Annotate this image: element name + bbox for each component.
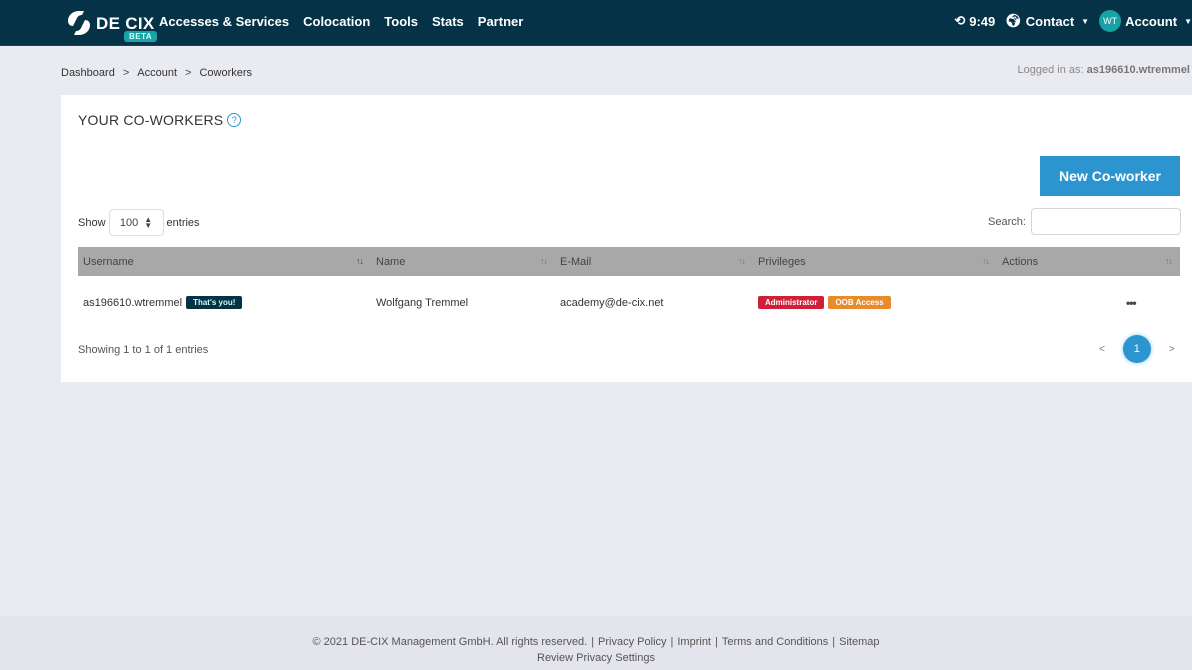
nav-tools[interactable]: Tools xyxy=(384,14,418,29)
session-time: 9:49 xyxy=(969,13,996,29)
breadcrumb-account[interactable]: Account xyxy=(137,67,177,79)
contact-label: Contact xyxy=(1025,13,1075,29)
copyright: © 2021 DE-CIX Management GmbH. All right… xyxy=(312,636,588,648)
de-cix-logo-icon xyxy=(68,11,90,35)
footer-separator: | xyxy=(832,636,836,648)
footer-privacy-policy[interactable]: Privacy Policy xyxy=(598,636,666,648)
entries-label: entries xyxy=(166,216,200,229)
cell-actions: ••• xyxy=(997,296,1180,310)
next-page-button[interactable]: > xyxy=(1169,344,1175,355)
column-username[interactable]: Username ↑↓ xyxy=(78,247,371,276)
caret-down-icon: ▼ xyxy=(1081,16,1090,26)
thats-you-badge: That's you! xyxy=(186,296,243,309)
table-info: Showing 1 to 1 of 1 entries xyxy=(78,344,209,356)
nav-right: ⟲ 9:49 🌍︎ Contact ▼ WT Account ▼ xyxy=(954,10,1192,32)
column-label: Name xyxy=(376,255,406,268)
coworkers-card: YOUR CO-WORKERS ? New Co-worker Show 100… xyxy=(61,95,1192,382)
logged-in-info: Logged in as: as196610.wtremmel xyxy=(1018,64,1190,76)
page-title: YOUR CO-WORKERS ? xyxy=(78,112,242,128)
column-label: Username xyxy=(83,255,134,268)
caret-down-icon: ▼ xyxy=(1184,16,1192,26)
page-size-value: 100 xyxy=(119,216,139,229)
sort-icon: ↑↓ xyxy=(540,256,548,266)
logged-in-user: as196610.wtremmel xyxy=(1086,64,1190,76)
cell-email: academy@de-cix.net xyxy=(560,296,664,309)
column-actions[interactable]: Actions ↑↓ xyxy=(997,247,1180,276)
nav-partner[interactable]: Partner xyxy=(478,14,524,29)
select-arrows-icon: ▲ ▼ xyxy=(144,214,153,230)
sort-icon: ↑↓ xyxy=(982,256,990,266)
privilege-badge-administrator: Administrator xyxy=(758,296,825,309)
brand-logo[interactable]: DE CIX BETA xyxy=(64,8,158,42)
column-name[interactable]: Name ↑↓ xyxy=(371,247,555,276)
privilege-badge-oob-access: OOB Access xyxy=(828,296,891,309)
main-nav: Accesses & Services Colocation Tools Sta… xyxy=(159,14,523,29)
sort-icon: ↑↓ xyxy=(738,256,746,266)
nav-stats[interactable]: Stats xyxy=(432,14,464,29)
column-privileges[interactable]: Privileges ↑↓ xyxy=(753,247,997,276)
breadcrumb-separator: > xyxy=(122,67,130,79)
footer: © 2021 DE-CIX Management GmbH. All right… xyxy=(0,616,1192,670)
footer-links: © 2021 DE-CIX Management GmbH. All right… xyxy=(0,636,1192,648)
session-timer[interactable]: ⟲ 9:49 xyxy=(954,13,995,29)
new-coworker-button[interactable]: New Co-worker xyxy=(1040,156,1180,196)
nav-colocation[interactable]: Colocation xyxy=(303,14,370,29)
page-1-button[interactable]: 1 xyxy=(1122,335,1151,363)
cell-username: as196610.wtremmel That's you! xyxy=(78,296,371,309)
account-menu[interactable]: WT Account ▼ xyxy=(1099,10,1192,32)
prev-page-button[interactable]: < xyxy=(1099,344,1105,355)
globe-icon: 🌍︎ xyxy=(1005,13,1022,28)
footer-separator: | xyxy=(715,636,718,648)
username: as196610.wtremmel xyxy=(83,296,183,309)
search-control: Search: xyxy=(988,208,1181,235)
column-label: E-Mail xyxy=(560,255,592,268)
cell-privileges: Administrator OOB Access xyxy=(753,296,997,309)
column-email[interactable]: E-Mail ↑↓ xyxy=(555,247,753,276)
cell-name: Wolfgang Tremmel xyxy=(376,296,469,309)
beta-badge: BETA xyxy=(124,31,158,42)
breadcrumb-coworkers: Coworkers xyxy=(199,67,253,79)
page-title-text: YOUR CO-WORKERS xyxy=(78,112,224,128)
coworkers-table: Username ↑↓ Name ↑↓ E-Mail ↑↓ Privileges… xyxy=(78,247,1180,329)
history-icon: ⟲ xyxy=(954,13,966,28)
avatar: WT xyxy=(1099,10,1122,32)
sort-asc-icon: ↑↓ xyxy=(356,256,364,266)
table-header: Username ↑↓ Name ↑↓ E-Mail ↑↓ Privileges… xyxy=(78,247,1180,276)
search-input[interactable] xyxy=(1030,208,1181,235)
column-label: Actions xyxy=(1002,255,1039,268)
breadcrumb-dashboard[interactable]: Dashboard xyxy=(61,67,115,79)
review-privacy-settings-link[interactable]: Review Privacy Settings xyxy=(0,652,1192,664)
show-label: Show xyxy=(78,216,106,229)
nav-accesses-services[interactable]: Accesses & Services xyxy=(159,14,289,29)
account-label: Account xyxy=(1125,13,1178,29)
footer-sitemap[interactable]: Sitemap xyxy=(839,636,879,648)
sort-icon: ↑↓ xyxy=(1165,256,1173,266)
search-label: Search: xyxy=(988,215,1026,228)
column-label: Privileges xyxy=(758,255,806,268)
breadcrumb: Dashboard > Account > Coworkers xyxy=(61,67,252,79)
footer-separator: | xyxy=(670,636,674,648)
footer-imprint[interactable]: Imprint xyxy=(677,636,711,648)
top-navbar: DE CIX BETA Accesses & Services Colocati… xyxy=(0,0,1192,46)
table-row: as196610.wtremmel That's you! Wolfgang T… xyxy=(78,276,1180,329)
footer-terms[interactable]: Terms and Conditions xyxy=(722,636,828,648)
breadcrumb-separator: > xyxy=(185,67,192,79)
pagination: < 1 > xyxy=(1099,335,1175,363)
logged-in-label: Logged in as: xyxy=(1017,64,1084,76)
page-size-select[interactable]: 100 ▲ ▼ xyxy=(108,209,164,236)
footer-separator: | xyxy=(591,636,595,648)
help-icon[interactable]: ? xyxy=(227,113,242,127)
page-size-control: Show 100 ▲ ▼ entries xyxy=(78,209,200,236)
more-actions-icon[interactable]: ••• xyxy=(1126,296,1137,310)
contact-menu[interactable]: 🌍︎ Contact ▼ xyxy=(1005,13,1089,29)
